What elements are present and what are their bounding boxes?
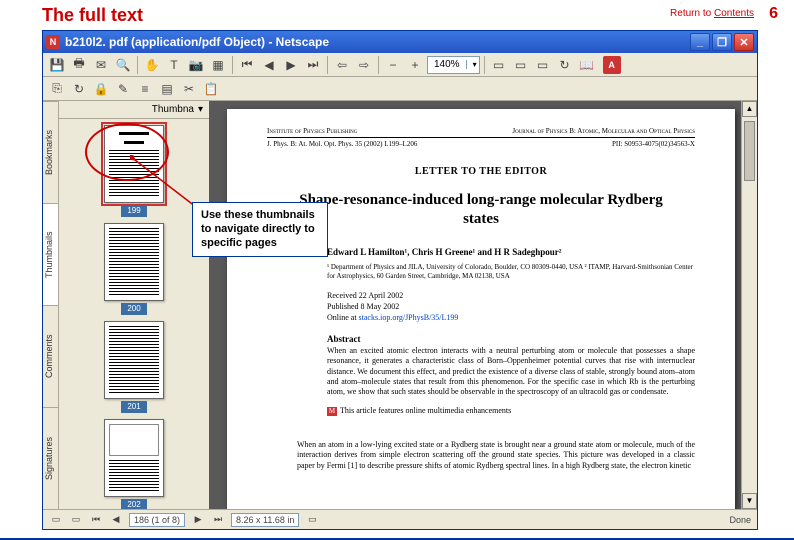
netscape-window: N b210l2. pdf (application/pdf Object) -… — [42, 30, 758, 530]
sb-next-icon[interactable]: ▶ — [191, 513, 205, 527]
save-icon[interactable]: 💾 — [47, 55, 67, 75]
cut-icon[interactable]: ✂ — [179, 79, 199, 99]
slide-title: The full text — [42, 5, 143, 25]
page-dimensions: 8.26 x 11.68 in — [236, 515, 294, 525]
close-button[interactable]: ✕ — [734, 33, 754, 51]
status-right: Done — [729, 515, 751, 525]
thumbnail-header: Thumbna — [152, 104, 194, 115]
mail-icon[interactable]: ✉ — [91, 55, 111, 75]
adobe-logo-icon: A — [603, 56, 621, 74]
citation-right: PII: S0953-4075(02)34563-X — [612, 140, 695, 148]
columns-icon[interactable]: ▤ — [157, 79, 177, 99]
abstract-heading: Abstract — [327, 334, 695, 344]
refresh-icon[interactable]: ↻ — [69, 79, 89, 99]
letter-heading: LETTER TO THE EDITOR — [267, 166, 695, 177]
sb-layout3-icon[interactable]: ▭ — [305, 513, 319, 527]
scroll-thumb[interactable] — [744, 121, 755, 181]
copy-icon[interactable]: ⎘ — [47, 79, 67, 99]
search-icon[interactable]: 🔍 — [113, 55, 133, 75]
text-select-icon[interactable]: T — [164, 55, 184, 75]
thumbnail-menu-icon[interactable]: ▾ — [198, 104, 203, 115]
sb-first-icon[interactable]: ⏮ — [89, 513, 103, 527]
nav-forward-icon[interactable]: ⇨ — [354, 55, 374, 75]
list-icon[interactable]: ≡ — [135, 79, 155, 99]
fit-visible-icon[interactable]: ▭ — [533, 55, 553, 75]
secondary-toolbar: ⎘ ↻ 🔒 ✎ ≡ ▤ ✂ 📋 — [43, 77, 757, 101]
sb-prev-icon[interactable]: ◀ — [109, 513, 123, 527]
nav-back-icon[interactable]: ⇦ — [332, 55, 352, 75]
status-bar: ▭ ▭ ⏮ ◀ 186 (1 of 8) ▶ ⏭ 8.26 x 11.68 in… — [43, 509, 757, 529]
citation-left: J. Phys. B: At. Mol. Opt. Phys. 35 (2002… — [267, 140, 417, 148]
thumbnail-page-2[interactable]: 200 — [104, 223, 164, 315]
thumbnail-label: 200 — [121, 303, 147, 315]
affiliations: ¹ Department of Physics and JILA, Univer… — [327, 263, 695, 282]
fit-width-icon[interactable]: ▭ — [511, 55, 531, 75]
titlebar: N b210l2. pdf (application/pdf Object) -… — [43, 31, 757, 53]
thumbnail-page-4[interactable]: 202 — [104, 419, 164, 509]
online-link[interactable]: stacks.iop.org/JPhysB/35/L199 — [359, 313, 459, 322]
prev-page-icon[interactable]: ◀ — [259, 55, 279, 75]
thumbnail-label: 199 — [121, 205, 147, 217]
return-link[interactable]: Return to Contents — [670, 8, 754, 19]
zoom-value: 140% — [428, 59, 466, 70]
thumbnails-icon[interactable]: ▦ — [208, 55, 228, 75]
paper-title: Shape-resonance-induced long-range molec… — [297, 191, 665, 229]
multimedia-icon: M — [327, 407, 337, 416]
zoom-select[interactable]: 140% ▾ — [427, 56, 480, 74]
scroll-up-icon[interactable]: ▲ — [742, 101, 757, 117]
hand-tool-icon[interactable]: ✋ — [142, 55, 162, 75]
rotate-icon[interactable]: ↻ — [555, 55, 575, 75]
callout-box: Use these thumbnails to navigate directl… — [192, 202, 328, 257]
last-page-icon[interactable]: ⏭ — [303, 55, 323, 75]
side-tab-strip: Bookmarks Thumbnails Comments Signatures — [43, 101, 59, 509]
sb-last-icon[interactable]: ⏭ — [211, 513, 225, 527]
fit-page-icon[interactable]: ▭ — [489, 55, 509, 75]
authors: Edward L Hamilton¹, Chris H Greene¹ and … — [327, 247, 695, 257]
vertical-scrollbar[interactable]: ▲ ▼ — [741, 101, 757, 509]
published-date: Published 8 May 2002 — [327, 302, 695, 313]
zoom-out-icon[interactable]: − — [383, 55, 403, 75]
slide-number: 6 — [769, 5, 778, 23]
received-date: Received 22 April 2002 — [327, 291, 695, 302]
maximize-button[interactable]: ❐ — [712, 33, 732, 51]
thumbnail-page-3[interactable]: 201 — [104, 321, 164, 413]
app-icon: N — [46, 35, 60, 49]
page-indicator: 186 (1 of 8) — [134, 515, 180, 525]
lock-icon[interactable]: 🔒 — [91, 79, 111, 99]
zoom-in-icon[interactable]: + — [405, 55, 425, 75]
thumbnail-label: 202 — [121, 499, 147, 509]
thumbnail-label: 201 — [121, 401, 147, 413]
chevron-down-icon[interactable]: ▾ — [466, 60, 479, 69]
body-paragraph: When an atom in a low-lying excited stat… — [297, 440, 695, 471]
scroll-down-icon[interactable]: ▼ — [742, 493, 757, 509]
pdf-toolbar: 💾 🖶 ✉ 🔍 ✋ T 📷 ▦ ⏮ ◀ ▶ ⏭ ⇦ ⇨ − + 140% ▾ — [43, 53, 757, 77]
abstract-text: When an excited atomic electron interact… — [327, 346, 695, 398]
pdf-page: Institute of Physics Publishing Journal … — [227, 109, 735, 509]
multimedia-note: MThis article features online multimedia… — [327, 406, 695, 416]
minimize-button[interactable]: _ — [690, 33, 710, 51]
tab-signatures[interactable]: Signatures — [43, 407, 58, 509]
document-pane[interactable]: Institute of Physics Publishing Journal … — [209, 101, 757, 509]
publisher-right: Journal of Physics B: Atomic, Molecular … — [512, 127, 695, 135]
snapshot-icon[interactable]: 📷 — [186, 55, 206, 75]
tab-bookmarks[interactable]: Bookmarks — [43, 101, 58, 203]
publisher-left: Institute of Physics Publishing — [267, 127, 357, 135]
edit-icon[interactable]: ✎ — [113, 79, 133, 99]
ellipse-annotation — [85, 123, 169, 181]
tab-thumbnails[interactable]: Thumbnails — [43, 203, 58, 305]
sb-layout1-icon[interactable]: ▭ — [49, 513, 63, 527]
ebook-icon[interactable]: 📖 — [577, 55, 597, 75]
clipboard-icon[interactable]: 📋 — [201, 79, 221, 99]
print-icon[interactable]: 🖶 — [69, 55, 89, 75]
window-title: b210l2. pdf (application/pdf Object) - N… — [65, 35, 329, 49]
next-page-icon[interactable]: ▶ — [281, 55, 301, 75]
sb-layout2-icon[interactable]: ▭ — [69, 513, 83, 527]
first-page-icon[interactable]: ⏮ — [237, 55, 257, 75]
tab-comments[interactable]: Comments — [43, 305, 58, 407]
